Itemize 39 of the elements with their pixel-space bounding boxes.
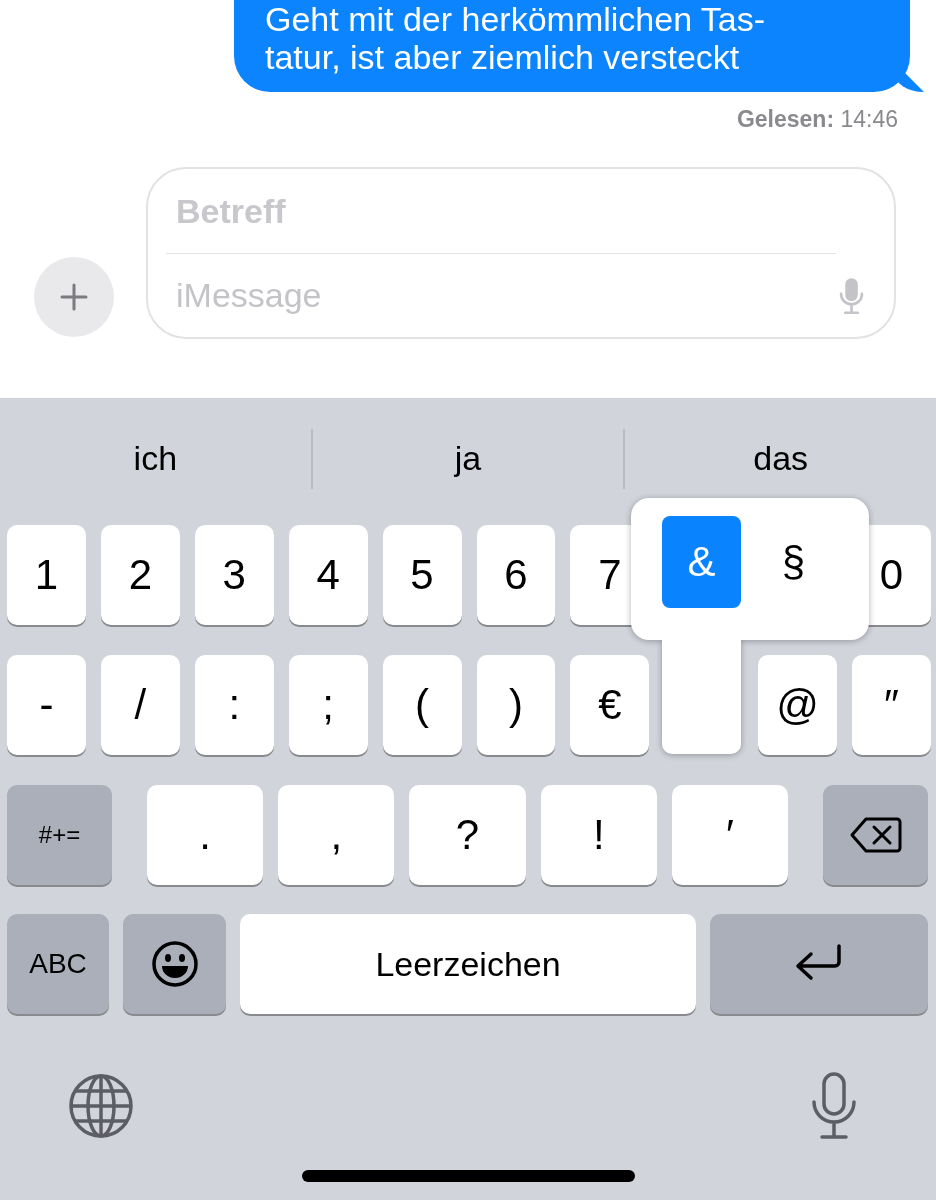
keyboard-key[interactable]: ″ (852, 655, 931, 755)
word-suggestion[interactable]: ja (312, 439, 624, 478)
microphone-icon[interactable] (810, 1072, 858, 1140)
keyboard-key[interactable]: : (194, 655, 274, 755)
keyboard-key[interactable]: 1 (7, 525, 86, 625)
keyboard-key[interactable]: / (100, 655, 180, 755)
keyboard-key[interactable]: ! (540, 785, 657, 885)
keyboard-key[interactable]: ; (288, 655, 368, 755)
smiley-icon (150, 940, 199, 988)
keyboard-key[interactable]: 2 (100, 525, 180, 625)
delete-key[interactable] (823, 785, 928, 885)
keyboard-key[interactable]: 3 (194, 525, 274, 625)
symbols-key[interactable]: #+= (7, 785, 112, 885)
keyboard-key[interactable]: ) (476, 655, 556, 755)
keyboard-key[interactable]: ? (409, 785, 526, 885)
read-receipt: Gelesen: 14:46 (736, 106, 898, 133)
keyboard-key[interactable]: € (570, 655, 650, 755)
space-key[interactable]: Leerzeichen (240, 914, 696, 1014)
keyboard-key[interactable]: 4 (288, 525, 368, 625)
popup-option[interactable]: § (754, 516, 833, 608)
message-field[interactable]: iMessage (176, 273, 839, 318)
keyboard-key[interactable]: 6 (476, 525, 556, 625)
delete-icon (849, 816, 902, 854)
message-bubble: Geht mit der herkömmlichen Tas- tatur, ist aber ziemlich versteckt (234, 0, 924, 92)
keyboard-key[interactable]: . (147, 785, 264, 885)
subject-field[interactable]: Betreff (176, 191, 864, 231)
word-suggestion[interactable]: das (625, 439, 936, 478)
abc-key[interactable]: ABC (7, 914, 109, 1014)
word-suggestion[interactable]: ich (0, 439, 311, 478)
keyboard-key[interactable]: , (278, 785, 395, 885)
keyboard-key[interactable]: @ (758, 655, 838, 755)
keyboard-key[interactable]: 5 (382, 525, 462, 625)
plus-icon (59, 282, 89, 312)
keyboard-key[interactable]: - (7, 655, 86, 755)
popup-option[interactable]: & (662, 516, 741, 608)
keyboard-key[interactable]: ( (382, 655, 462, 755)
keyboard-key[interactable]: ′ (671, 785, 788, 885)
emoji-key[interactable] (123, 914, 226, 1014)
globe-icon[interactable] (68, 1073, 134, 1139)
